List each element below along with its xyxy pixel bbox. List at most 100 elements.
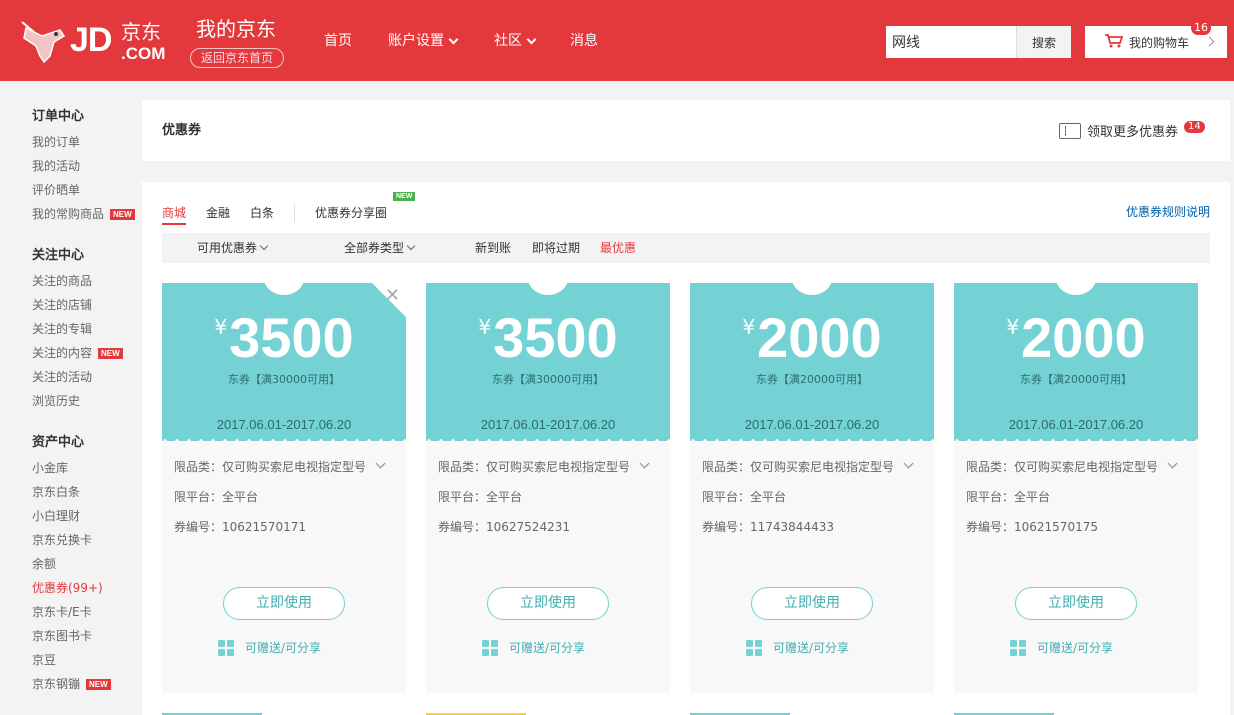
- sidebar-item-browse-history[interactable]: 浏览历史: [32, 393, 80, 409]
- chevron-down-icon[interactable]: [1167, 458, 1178, 469]
- share-label: 可赠送/可分享: [509, 641, 586, 655]
- chevron-down-icon[interactable]: [639, 458, 650, 469]
- search-input[interactable]: [886, 26, 1016, 58]
- top-header: JD 京东 .COM 我的京东 返回京东首页 首页 账户设置 社区 消息 搜索 …: [0, 0, 1234, 81]
- coupon-header-panel: 优惠券 领取更多优惠券 14: [142, 100, 1230, 161]
- nav-community[interactable]: 社区: [494, 31, 537, 51]
- coupon-card: ¥3500 东券【满30000可用】 2017.06.01-2017.06.20…: [426, 283, 670, 693]
- tab-mall[interactable]: 商城: [162, 204, 187, 225]
- sidebar-item-jingdou[interactable]: 京豆: [32, 652, 56, 668]
- amount-value: 3500: [229, 306, 354, 369]
- chevron-down-icon[interactable]: [903, 458, 914, 469]
- coupon-scope: 限品类：仅可购买索尼电视指定型号: [966, 460, 1159, 474]
- logo-jd-cn-text: 京东: [121, 20, 161, 44]
- share-link[interactable]: 可赠送/可分享: [1010, 639, 1113, 656]
- sort-expiring[interactable]: 即将过期: [532, 240, 580, 256]
- sidebar-item-label: 京东钢镚: [32, 677, 81, 691]
- nav-account-settings[interactable]: 账户设置: [388, 31, 459, 51]
- sidebar-item-frequent-products[interactable]: 我的常购商品 NEW: [32, 206, 135, 222]
- share-link[interactable]: 可赠送/可分享: [218, 639, 321, 656]
- coupon-rules-link[interactable]: 优惠券规则说明: [1126, 204, 1210, 220]
- new-badge: NEW: [86, 678, 111, 690]
- coupon-scope: 限品类：仅可购买索尼电视指定型号: [174, 460, 367, 474]
- new-badge: NEW: [110, 208, 135, 220]
- amount-value: 2000: [757, 306, 882, 369]
- coupon-scope: 限品类：仅可购买索尼电视指定型号: [702, 460, 895, 474]
- chevron-down-icon: [259, 241, 269, 251]
- page-title: 优惠券: [162, 123, 202, 138]
- sidebar-item-label: 我的常购商品: [32, 207, 105, 221]
- close-icon[interactable]: ✕: [385, 287, 400, 305]
- sidebar-item-vault[interactable]: 小金库: [32, 460, 68, 476]
- nav-messages[interactable]: 消息: [570, 31, 598, 51]
- jd-logo[interactable]: JD 京东 .COM: [20, 16, 185, 66]
- sidebar-item-wealth[interactable]: 小白理财: [32, 508, 80, 524]
- sidebar-item-exchange-card[interactable]: 京东兑换卡: [32, 532, 92, 548]
- coupon-scope: 限品类：仅可购买索尼电视指定型号: [438, 460, 631, 474]
- available-coupons-dropdown[interactable]: 可用优惠券: [197, 240, 269, 256]
- sidebar-item-label: 我的订单: [32, 135, 81, 149]
- use-now-button[interactable]: 立即使用: [1015, 587, 1137, 620]
- sidebar-item-label: 浏览历史: [32, 394, 81, 408]
- sort-newest[interactable]: 新到账: [475, 240, 511, 256]
- coupon-head: ¥3500 东券【满30000可用】 2017.06.01-2017.06.20: [426, 283, 670, 441]
- coupon-platform: 限平台：全平台: [174, 490, 259, 504]
- sidebar-item-baitiao[interactable]: 京东白条: [32, 484, 80, 500]
- sidebar-item-reviews[interactable]: 评价晒单: [32, 182, 80, 198]
- coupon-amount: ¥2000: [954, 305, 1198, 371]
- use-now-button[interactable]: 立即使用: [487, 587, 609, 620]
- sidebar-item-balance[interactable]: 余额: [32, 556, 56, 572]
- ticket-icon: [1059, 122, 1081, 139]
- sidebar-item-my-activities[interactable]: 我的活动: [32, 158, 80, 174]
- tab-finance[interactable]: 金融: [206, 204, 230, 222]
- sidebar-item-coupons[interactable]: 优惠券(99+): [32, 580, 103, 596]
- sidebar-item-jd-card[interactable]: 京东卡/E卡: [32, 604, 92, 620]
- share-label: 可赠送/可分享: [773, 641, 850, 655]
- cart-label: 我的购物车: [1129, 36, 1190, 50]
- sidebar-item-my-orders[interactable]: 我的订单: [32, 134, 80, 150]
- chevron-down-icon[interactable]: [375, 458, 386, 469]
- new-tag: NEW: [393, 192, 416, 201]
- sidebar-item-label: 京东卡/E卡: [32, 605, 92, 619]
- currency-symbol: ¥: [478, 315, 492, 339]
- sidebar: 订单中心 我的订单 我的活动 评价晒单 我的常购商品 NEW 关注中心 关注的商品…: [0, 81, 142, 715]
- new-badge: NEW: [98, 347, 123, 359]
- search-button[interactable]: 搜索: [1016, 26, 1071, 58]
- sort-best-value[interactable]: 最优惠: [600, 240, 636, 256]
- chevron-right-icon: [1204, 36, 1215, 47]
- tab-baitiao[interactable]: 白条: [250, 204, 274, 222]
- sidebar-item-followed-products[interactable]: 关注的商品: [32, 273, 92, 289]
- coupon-condition: 东券【满20000可用】: [756, 373, 868, 386]
- share-link[interactable]: 可赠送/可分享: [746, 639, 849, 656]
- back-home-link[interactable]: 返回京东首页: [190, 48, 284, 68]
- sidebar-item-label: 优惠券(99+): [32, 581, 103, 595]
- sidebar-item-gangbeng[interactable]: 京东钢镚 NEW: [32, 676, 111, 692]
- nav-home[interactable]: 首页: [324, 31, 352, 51]
- use-now-button[interactable]: 立即使用: [751, 587, 873, 620]
- coupon-head: ¥2000 东券【满20000可用】 2017.06.01-2017.06.20: [690, 283, 934, 441]
- sidebar-item-followed-activities[interactable]: 关注的活动: [32, 369, 92, 385]
- share-label: 可赠送/可分享: [245, 641, 322, 655]
- search-box: 搜索: [886, 26, 1071, 58]
- sidebar-item-label: 京豆: [32, 653, 57, 667]
- grid-icon: [218, 639, 234, 656]
- sidebar-item-label: 关注的商品: [32, 274, 93, 288]
- share-link[interactable]: 可赠送/可分享: [482, 639, 585, 656]
- sidebar-item-label: 我的活动: [32, 159, 81, 173]
- chevron-down-icon: [406, 241, 416, 251]
- coupon-code: 券编号：11743844433: [702, 520, 834, 534]
- logo-jd-text: JD: [70, 21, 112, 59]
- use-now-button[interactable]: 立即使用: [223, 587, 345, 620]
- chevron-down-icon: [448, 34, 459, 45]
- coupon-validity: 2017.06.01-2017.06.20: [480, 417, 616, 432]
- cart-button[interactable]: 我的购物车 16: [1085, 21, 1227, 58]
- tab-share-circle[interactable]: 优惠券分享圈: [315, 204, 387, 222]
- get-more-coupons-link[interactable]: 领取更多优惠券 14: [1059, 120, 1205, 140]
- sidebar-item-book-card[interactable]: 京东图书卡: [32, 628, 92, 644]
- sidebar-item-label: 评价晒单: [32, 183, 81, 197]
- coupon-type-dropdown[interactable]: 全部券类型: [344, 240, 416, 256]
- sidebar-item-followed-albums[interactable]: 关注的专辑: [32, 321, 92, 337]
- sidebar-item-followed-content[interactable]: 关注的内容 NEW: [32, 345, 123, 361]
- coupon-platform: 限平台：全平台: [702, 490, 787, 504]
- sidebar-item-followed-stores[interactable]: 关注的店铺: [32, 297, 92, 313]
